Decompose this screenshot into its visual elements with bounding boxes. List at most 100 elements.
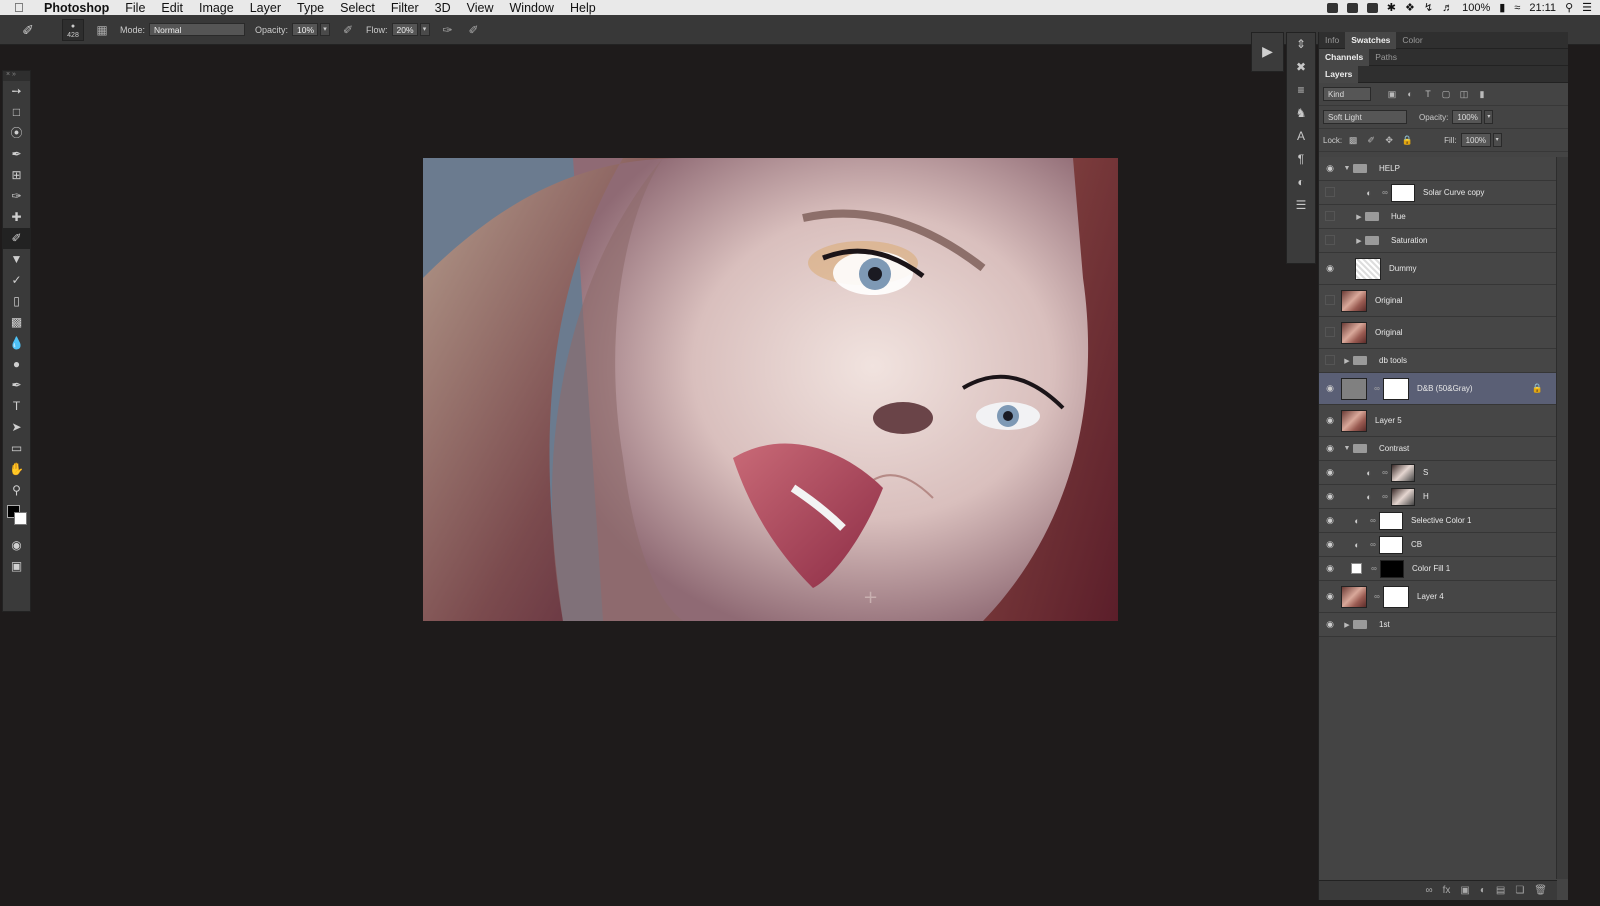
- display-icon[interactable]: [1346, 2, 1358, 13]
- layer-thumbnail[interactable]: [1341, 289, 1367, 312]
- brush-tool-icon[interactable]: ✐: [3, 228, 30, 249]
- menu-layer[interactable]: Layer: [250, 1, 281, 15]
- visibility-off-box[interactable]: [1319, 295, 1341, 307]
- visibility-eye-icon[interactable]: ◉: [1319, 415, 1341, 426]
- adjustments-icon[interactable]: ≡: [1287, 79, 1315, 102]
- menu-type[interactable]: Type: [297, 1, 324, 15]
- layer-row-original[interactable]: Original: [1319, 285, 1557, 317]
- spotlight-icon[interactable]: ⚲: [1565, 1, 1573, 14]
- visibility-eye-icon[interactable]: ◉: [1319, 443, 1341, 454]
- visibility-eye-icon[interactable]: ◉: [1319, 619, 1341, 630]
- tool-presets-icon[interactable]: ✖: [1287, 56, 1315, 79]
- layer-row-h[interactable]: ◉ ◐ ∞ H: [1319, 485, 1557, 509]
- disclosure-open-icon[interactable]: ▼: [1341, 165, 1353, 172]
- opacity-input[interactable]: 10%: [292, 23, 319, 36]
- opacity-dropdown-icon[interactable]: ▾: [320, 23, 331, 36]
- history-brush-tool-icon[interactable]: ✓: [3, 270, 30, 291]
- tab-layers[interactable]: Layers: [1319, 65, 1359, 83]
- menu-select[interactable]: Select: [340, 1, 375, 15]
- lock-pixels-icon[interactable]: ✐: [1364, 135, 1378, 146]
- new-group-icon[interactable]: ▤: [1496, 885, 1505, 896]
- tab-info[interactable]: Info: [1319, 32, 1345, 49]
- layer-row-cb[interactable]: ◉ ◐ ∞ CB: [1319, 533, 1557, 557]
- layer-mask-thumbnail[interactable]: [1391, 183, 1415, 202]
- play-icon[interactable]: ▶: [1252, 33, 1283, 69]
- gradient-tool-icon[interactable]: ▩: [3, 312, 30, 333]
- menu-3d[interactable]: 3D: [435, 1, 451, 15]
- lock-all-icon[interactable]: 🔒: [1400, 135, 1414, 146]
- apple-menu-icon[interactable]: : [14, 0, 34, 15]
- battery-icon[interactable]: ▮: [1499, 1, 1505, 14]
- crop-tool-icon[interactable]: ⊞: [3, 165, 30, 186]
- lasso-tool-icon[interactable]: ⦿: [3, 123, 30, 144]
- filter-toggle-icon[interactable]: ▮: [1475, 89, 1489, 100]
- mask-link-icon[interactable]: ∞: [1381, 468, 1389, 477]
- layer-row-hue[interactable]: ▶ Hue: [1319, 205, 1557, 229]
- quick-mask-icon[interactable]: ◉: [3, 535, 30, 556]
- menu-view[interactable]: View: [467, 1, 494, 15]
- notification-list-icon[interactable]: ☰: [1582, 1, 1592, 14]
- brush-size-picker[interactable]: ● 428: [62, 18, 84, 41]
- layer-row-saturation[interactable]: ▶ Saturation: [1319, 229, 1557, 253]
- tab-swatches[interactable]: Swatches: [1345, 31, 1397, 49]
- fill-dropdown-icon[interactable]: ▾: [1492, 133, 1502, 147]
- app-menu[interactable]: Photoshop: [44, 1, 109, 15]
- delete-layer-icon[interactable]: 🗑: [1534, 885, 1547, 896]
- mask-link-icon[interactable]: ∞: [1373, 384, 1381, 393]
- blur-tool-icon[interactable]: 💧: [3, 333, 30, 354]
- menu-edit[interactable]: Edit: [161, 1, 183, 15]
- layer-mask-thumbnail[interactable]: [1391, 487, 1415, 506]
- filter-kind-select[interactable]: Kind: [1323, 87, 1371, 101]
- visibility-eye-icon[interactable]: ◉: [1319, 539, 1341, 550]
- visibility-eye-icon[interactable]: ◉: [1319, 491, 1341, 502]
- dropbox-icon[interactable]: ❖: [1405, 1, 1415, 14]
- eyedropper-tool-icon[interactable]: ✑: [3, 186, 30, 207]
- layer-row-original-2[interactable]: Original: [1319, 317, 1557, 349]
- disclosure-closed-icon[interactable]: ▶: [1341, 357, 1353, 365]
- toolbox-header[interactable]: × »: [3, 71, 30, 81]
- dodge-tool-icon[interactable]: ●: [3, 354, 30, 375]
- menu-filter[interactable]: Filter: [391, 1, 419, 15]
- menu-window[interactable]: Window: [510, 1, 554, 15]
- app-status-icon[interactable]: [1366, 2, 1378, 13]
- pressure-size-icon[interactable]: ✐: [466, 22, 482, 38]
- filter-type-icon[interactable]: T: [1421, 89, 1435, 99]
- paragraph-icon[interactable]: ¶: [1287, 148, 1315, 171]
- layer-row-layer-5[interactable]: ◉ Layer 5: [1319, 405, 1557, 437]
- layer-row-db-50-gray[interactable]: ◉ ∞ D&B (50&Gray) 🔒: [1319, 373, 1557, 405]
- tab-color[interactable]: Color: [1396, 32, 1428, 49]
- layer-style-icon[interactable]: fx: [1443, 885, 1451, 896]
- layer-row-contrast[interactable]: ◉ ▼ Contrast: [1319, 437, 1557, 461]
- hand-tool-icon[interactable]: ✋: [3, 459, 30, 480]
- tab-paths[interactable]: Paths: [1369, 49, 1403, 66]
- shape-tool-icon[interactable]: ▭: [3, 438, 30, 459]
- fill-input[interactable]: 100%: [1460, 133, 1491, 147]
- layer-row-layer-4[interactable]: ◉ ∞ Layer 4: [1319, 581, 1557, 613]
- visibility-off-box[interactable]: [1319, 327, 1341, 339]
- layer-mask-thumbnail[interactable]: [1379, 511, 1403, 530]
- visibility-eye-icon[interactable]: ◉: [1319, 263, 1341, 274]
- layer-row-solar-curve-copy[interactable]: ◐ ∞ Solar Curve copy: [1319, 181, 1557, 205]
- tools-icon[interactable]: ✱: [1387, 1, 1396, 14]
- lock-transparency-icon[interactable]: ▩: [1346, 135, 1360, 146]
- blend-mode-select[interactable]: Soft Light: [1323, 110, 1407, 124]
- filter-adjustment-icon[interactable]: ◐: [1403, 89, 1417, 99]
- mask-link-icon[interactable]: ∞: [1373, 592, 1381, 601]
- mode-select[interactable]: Normal: [149, 23, 246, 36]
- layer-thumbnail[interactable]: [1341, 585, 1367, 608]
- visibility-off-box[interactable]: [1319, 355, 1341, 367]
- screen-mode-icon[interactable]: ▣: [3, 556, 30, 577]
- flow-input[interactable]: 20%: [391, 23, 418, 36]
- pen-tool-icon[interactable]: ✒: [3, 375, 30, 396]
- marquee-tool-icon[interactable]: □: [3, 102, 30, 123]
- mask-link-icon[interactable]: ∞: [1369, 516, 1377, 525]
- move-tool-icon[interactable]: ➙: [3, 81, 30, 102]
- lock-position-icon[interactable]: ✥: [1382, 135, 1396, 146]
- visibility-eye-icon[interactable]: ◉: [1319, 163, 1341, 174]
- visibility-off-box[interactable]: [1319, 187, 1341, 199]
- visibility-eye-icon[interactable]: ◉: [1319, 515, 1341, 526]
- canvas-image[interactable]: +: [423, 158, 1118, 621]
- healing-brush-tool-icon[interactable]: ✚: [3, 207, 30, 228]
- mask-link-icon[interactable]: ∞: [1370, 564, 1378, 573]
- tab-channels[interactable]: Channels: [1319, 48, 1370, 66]
